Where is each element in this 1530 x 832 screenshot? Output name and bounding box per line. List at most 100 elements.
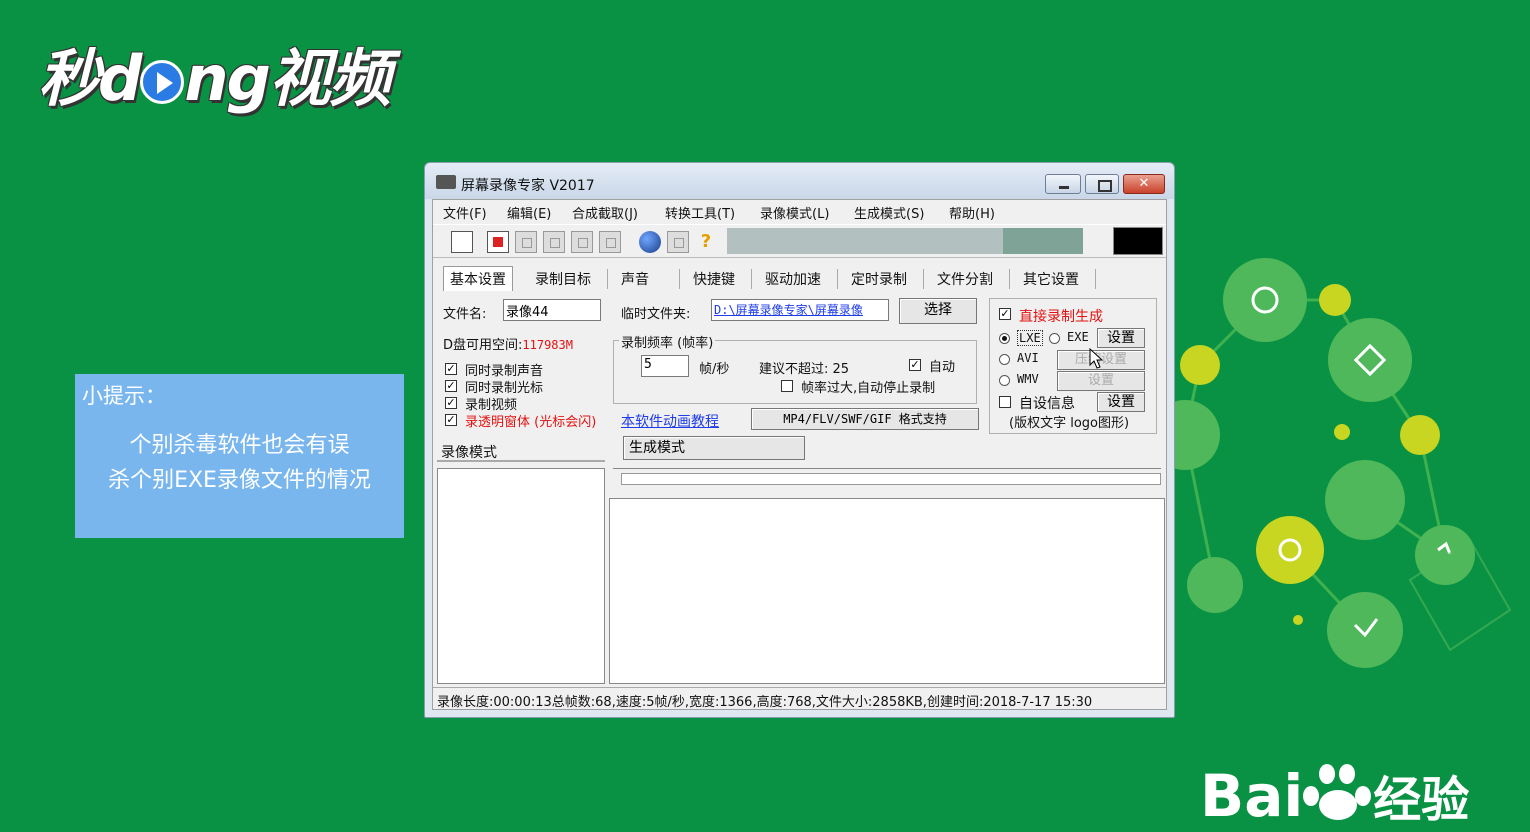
tab-bar: 基本设置 录制目标 声音 快捷键 驱动加速 定时录制 文件分割 其它设置 [439, 266, 1160, 292]
disk-label-text: D盘可用空间: [443, 338, 523, 353]
new-file-icon[interactable] [451, 231, 473, 253]
tab-sound[interactable]: 声音 [621, 269, 649, 289]
baidu-watermark: Bai 经验 [1200, 760, 1469, 830]
level-bar [727, 228, 1083, 254]
window-title: 屏幕录像专家 V2017 [461, 178, 595, 194]
logo: 秒d ng视频 [38, 28, 391, 118]
tip-body: 个别杀毒软件也会有误 杀个别EXE录像文件的情况 [75, 428, 404, 498]
tab-hotkeys[interactable]: 快捷键 [693, 269, 735, 289]
tab-separator [1095, 269, 1096, 289]
tip-box: 小提示： 个别杀毒软件也会有误 杀个别EXE录像文件的情况 [75, 374, 404, 538]
menu-convert[interactable]: 转换工具(T) [665, 203, 735, 222]
timeline-slider[interactable] [621, 473, 1161, 485]
left-panel-header: 录像模式 [441, 445, 497, 461]
disk-value: 117983M [522, 338, 573, 352]
level-fill [1003, 228, 1083, 254]
wmv-settings-button[interactable]: 设置 [1057, 371, 1145, 391]
filename-input[interactable]: 录像44 [503, 299, 601, 321]
record-video-checkbox[interactable]: ✓ [445, 397, 457, 409]
transparent-window-checkbox[interactable]: ✓ [445, 414, 457, 426]
right-panel-header[interactable]: 生成模式 [623, 436, 805, 460]
tutorial-link[interactable]: 本软件动画教程 [621, 411, 719, 431]
window-body: 文件(F) 编辑(E) 合成截取(J) 转换工具(T) 录像模式(L) 生成模式… [432, 199, 1167, 710]
menu-help[interactable]: 帮助(H) [949, 203, 995, 222]
choose-button[interactable]: 选择 [899, 298, 977, 324]
tab-separator [1009, 269, 1010, 289]
menu-record-mode[interactable]: 录像模式(L) [760, 203, 829, 222]
left-header-line [437, 460, 605, 462]
transparent-window-label: 录透明窗体 (光标会闪) [465, 415, 597, 430]
maximize-button[interactable] [1085, 174, 1119, 194]
timeline-track[interactable] [613, 468, 1161, 498]
copyright-label: (版权文字 logo图形) [1009, 416, 1130, 431]
radio-wmv[interactable] [999, 375, 1010, 386]
play-icon [140, 60, 185, 104]
tempdir-label: 临时文件夹: [621, 307, 691, 322]
record-cursor-checkbox[interactable]: ✓ [445, 380, 457, 392]
tab-separator [837, 269, 838, 289]
tab-timed-record[interactable]: 定时录制 [851, 269, 907, 289]
tempdir-link[interactable]: D:\屏幕录像专家\屏幕录像 [711, 299, 889, 321]
radio-lxe-label: LXE [1017, 330, 1043, 346]
radio-exe[interactable] [1049, 333, 1060, 344]
radio-lxe[interactable] [999, 333, 1010, 344]
pause-icon[interactable] [515, 231, 537, 253]
radio-avi-label: AVI [1017, 351, 1039, 365]
minimize-button[interactable] [1045, 174, 1081, 194]
preview-box [1113, 227, 1163, 255]
logo-text-1: 秒d [38, 42, 142, 115]
menu-compose[interactable]: 合成截取(J) [572, 203, 638, 222]
tab-separator [923, 269, 924, 289]
tip-line-1: 个别杀毒软件也会有误 [129, 433, 350, 458]
tab-record-target[interactable]: 录制目标 [535, 269, 591, 289]
tip-line-2: 杀个别EXE录像文件的情况 [108, 468, 371, 493]
record-icon[interactable] [487, 231, 509, 253]
auto-checkbox[interactable]: ✓ [909, 359, 921, 371]
tip-title: 小提示： [82, 384, 166, 408]
auto-stop-checkbox[interactable] [781, 380, 793, 392]
tab-file-split[interactable]: 文件分割 [937, 269, 993, 289]
toolbar: ? [433, 224, 1166, 258]
radio-avi[interactable] [999, 354, 1010, 365]
radio-exe-label: EXE [1067, 330, 1089, 344]
menu-bar: 文件(F) 编辑(E) 合成截取(J) 转换工具(T) 录像模式(L) 生成模式… [433, 200, 1166, 222]
format-support-button[interactable]: MP4/FLV/SWF/GIF 格式支持 [751, 408, 979, 430]
filename-label: 文件名: [443, 307, 487, 322]
custom-info-settings-button[interactable]: 设置 [1097, 392, 1145, 412]
pen-icon[interactable] [599, 231, 621, 253]
logo-text-2: ng视频 [184, 42, 391, 115]
fps-input[interactable]: 5 [641, 355, 689, 377]
record-mode-list[interactable] [437, 468, 605, 684]
auto-stop-label: 帧率过大,自动停止录制 [801, 381, 936, 396]
lxe-settings-button[interactable]: 设置 [1097, 328, 1145, 348]
status-bar: 录像长度:00:00:13总帧数:68,速度:5帧/秒,宽度:1366,高度:7… [433, 687, 1166, 710]
generate-mode-panel[interactable] [609, 498, 1165, 684]
tab-other-settings[interactable]: 其它设置 [1023, 269, 1079, 289]
custom-info-label: 自设信息 [1019, 396, 1075, 412]
globe-icon[interactable] [639, 231, 661, 253]
app-camera-icon [436, 175, 456, 189]
tab-separator [751, 269, 752, 289]
decorative-graphic [1170, 258, 1512, 668]
custom-info-checkbox[interactable] [999, 396, 1011, 408]
jingyan-text: 经验 [1373, 772, 1470, 828]
tab-basic-settings[interactable]: 基本设置 [443, 266, 513, 291]
menu-file[interactable]: 文件(F) [443, 203, 487, 222]
direct-record-checkbox[interactable]: ✓ [999, 308, 1011, 320]
app-window: 屏幕录像专家 V2017 ✕ 文件(F) 编辑(E) 合成截取(J) 转换工具(… [424, 162, 1175, 718]
tab-driver-accel[interactable]: 驱动加速 [765, 269, 821, 289]
tab-separator [679, 269, 680, 289]
menu-generate-mode[interactable]: 生成模式(S) [854, 203, 924, 222]
clapper-icon[interactable] [667, 231, 689, 253]
baidu-text: Bai [1200, 762, 1304, 830]
suggest-label: 建议不超过: 25 [759, 362, 850, 377]
help-icon[interactable]: ? [695, 231, 717, 253]
paw-icon [1303, 760, 1373, 820]
stop-icon[interactable] [543, 231, 565, 253]
camera-icon[interactable] [571, 231, 593, 253]
record-sound-checkbox[interactable]: ✓ [445, 363, 457, 375]
auto-label: 自动 [929, 360, 956, 375]
close-button[interactable]: ✕ [1123, 174, 1165, 194]
menu-edit[interactable]: 编辑(E) [507, 203, 551, 222]
title-bar[interactable]: 屏幕录像专家 V2017 ✕ [425, 163, 1174, 199]
